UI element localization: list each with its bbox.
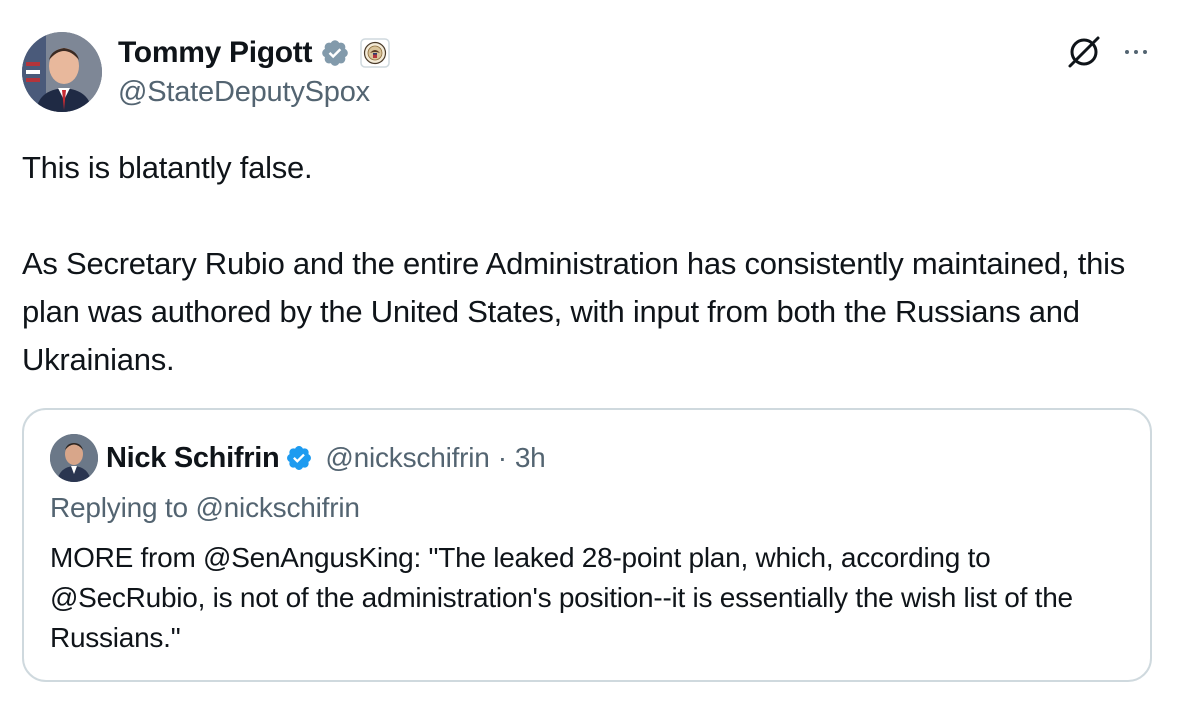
verified-badge-icon[interactable] bbox=[285, 444, 313, 472]
tweet-paragraph: As Secretary Rubio and the entire Admini… bbox=[22, 246, 1125, 377]
more-dot bbox=[1134, 50, 1138, 54]
author-handle[interactable]: @StateDeputySpox bbox=[118, 76, 370, 109]
author-name-row: Tommy Pigott bbox=[118, 34, 390, 72]
quoted-author-avatar[interactable] bbox=[50, 434, 98, 482]
author-name[interactable]: Tommy Pigott bbox=[118, 36, 312, 70]
verified-badge-icon[interactable] bbox=[320, 38, 350, 68]
more-icon[interactable] bbox=[1116, 34, 1156, 70]
grok-icon[interactable] bbox=[1064, 32, 1104, 72]
author-avatar[interactable] bbox=[22, 32, 102, 112]
tweet: Tommy Pigott @StateDeputySpox This is bl… bbox=[0, 0, 1192, 714]
tweet-paragraph: This is blatantly false. bbox=[22, 150, 313, 185]
quoted-author-handle[interactable]: @nickschifrin bbox=[325, 442, 490, 474]
more-dot bbox=[1125, 50, 1129, 54]
replying-to: Replying to @nickschifrin bbox=[50, 492, 360, 523]
tweet-text: This is blatantly false. As Secretary Ru… bbox=[22, 144, 1172, 384]
more-dot bbox=[1143, 50, 1147, 54]
quoted-tweet-text: MORE from @SenAngusKing: "The leaked 28-… bbox=[50, 542, 1073, 653]
state-department-seal-icon[interactable] bbox=[360, 38, 390, 68]
quoted-tweet[interactable]: Nick Schifrin @nickschifrin · 3h Replyin… bbox=[22, 408, 1152, 682]
separator-dot: · bbox=[497, 442, 507, 473]
quoted-header: Nick Schifrin @nickschifrin · 3h bbox=[106, 438, 546, 478]
quoted-timestamp[interactable]: 3h bbox=[515, 442, 546, 474]
quoted-author-name[interactable]: Nick Schifrin bbox=[106, 442, 280, 475]
